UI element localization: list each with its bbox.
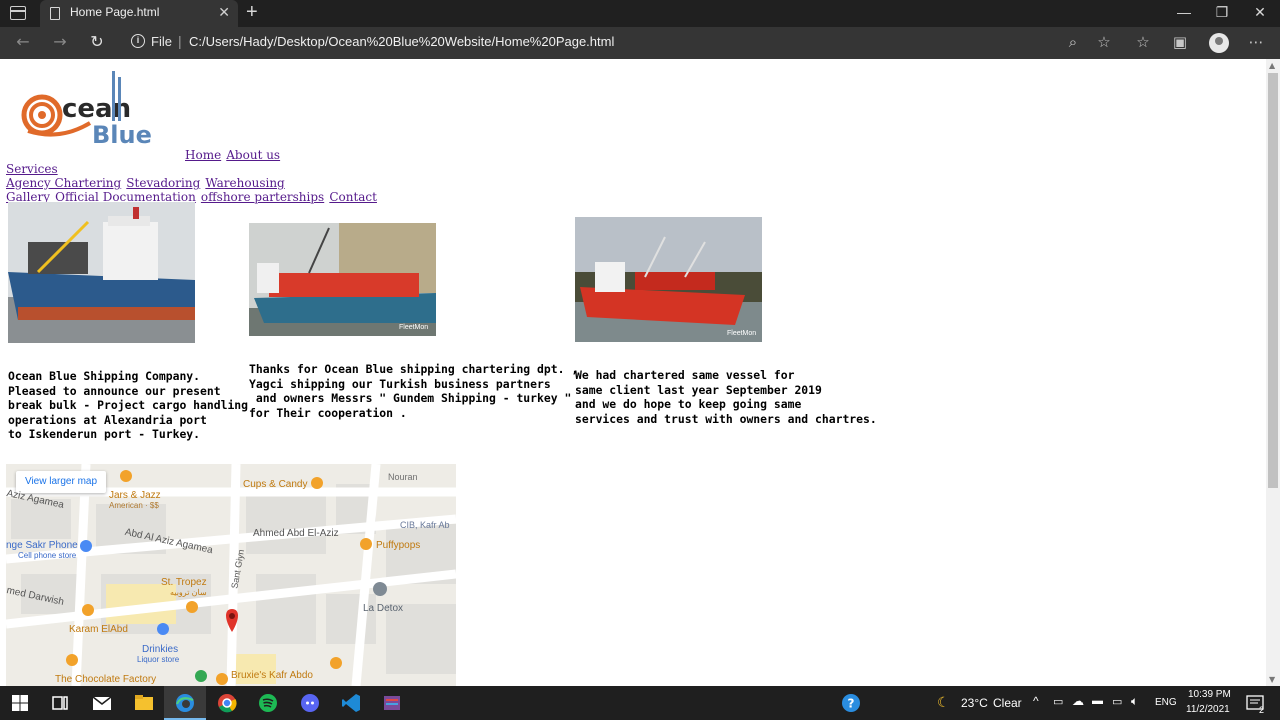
discord-icon[interactable]	[298, 691, 322, 715]
map-label: Ahmed Abd El-Aziz	[253, 528, 339, 539]
spotify-icon[interactable]	[256, 691, 280, 715]
file-explorer-icon[interactable]	[132, 691, 156, 715]
weather-temp[interactable]: 23°C	[961, 696, 988, 710]
notification-count: 2	[1259, 705, 1265, 715]
map-label: سان تروبيه	[170, 588, 207, 597]
ship-photo: FleetMon	[249, 223, 436, 336]
map-label: Bruxie's Kafr Abdo	[231, 670, 313, 681]
windows-start-icon[interactable]	[8, 691, 32, 715]
map-label: The Chocolate Factory	[55, 674, 157, 685]
chrome-icon[interactable]	[215, 691, 239, 715]
favorites-icon[interactable]: ☆	[1132, 33, 1154, 51]
back-button[interactable]: ←	[11, 32, 35, 54]
edge-icon[interactable]	[173, 691, 197, 715]
address-bar[interactable]: C:/Users/Hady/Desktop/Ocean%20Blue%20Web…	[189, 34, 614, 49]
ship-photo: FleetMon	[575, 217, 762, 342]
photo-watermark: FleetMon	[727, 330, 756, 337]
cloud-icon[interactable]: ☁	[1072, 694, 1084, 708]
map-label: Jars & Jazz	[109, 490, 161, 501]
network-icon[interactable]: ▭	[1112, 695, 1122, 708]
map-label: American · $$	[109, 501, 159, 510]
scroll-up-icon[interactable]: ▲	[1269, 61, 1275, 70]
collections-icon[interactable]: ▣	[1169, 33, 1191, 51]
refresh-button[interactable]: ↻	[85, 32, 109, 54]
map-label: Drinkies	[142, 644, 179, 655]
zoom-icon[interactable]: ⌕	[1062, 33, 1084, 51]
nav-link-contact[interactable]: Contact	[329, 190, 377, 204]
map-label: CIB, Kafr Ab	[400, 520, 450, 530]
help-icon[interactable]: ?	[839, 691, 863, 715]
info-icon[interactable]: i	[131, 34, 145, 48]
clock-date[interactable]: 11/2/2021	[1186, 704, 1230, 715]
forward-button[interactable]: →	[48, 32, 72, 54]
map-label: Nouran	[388, 472, 418, 482]
svg-text:?: ?	[848, 697, 855, 711]
profile-avatar[interactable]	[1209, 33, 1229, 53]
close-window-button[interactable]: ✕	[1245, 4, 1275, 21]
scroll-down-icon[interactable]: ▼	[1269, 675, 1275, 684]
map-label: Cups & Candy	[243, 479, 308, 490]
browser-tab[interactable]: Home Page.html ✕	[40, 0, 238, 27]
chevron-up-icon[interactable]: ^	[1033, 694, 1039, 708]
embedded-map[interactable]: View larger map Jars & Jazz American · $…	[6, 464, 456, 686]
address-scheme: File	[151, 34, 172, 49]
vscode-icon[interactable]	[339, 691, 363, 715]
photo-watermark: FleetMon	[399, 324, 428, 331]
minimize-button[interactable]: —	[1169, 4, 1199, 20]
task-view-icon[interactable]	[48, 691, 72, 715]
nav-row: Home About us	[185, 144, 280, 163]
map-label: La Detox	[363, 603, 404, 614]
app-icon[interactable]	[380, 691, 404, 715]
post-text: We had chartered same vessel for same cl…	[575, 368, 877, 426]
weather-desc[interactable]: Clear	[993, 696, 1022, 710]
post-text: Thanks for Ocean Blue shipping charterin…	[249, 362, 579, 420]
nav-link-about[interactable]: About us	[226, 148, 280, 162]
ocean-blue-logo: cean Blue	[21, 71, 152, 149]
view-larger-map-link[interactable]: View larger map	[16, 471, 106, 493]
map-label: St. Tropez	[161, 577, 207, 588]
nav-link-offshore[interactable]: offshore parterships	[201, 190, 324, 204]
address-separator: |	[178, 33, 182, 49]
tab-actions-icon[interactable]	[10, 6, 26, 20]
document-icon	[50, 7, 60, 20]
device-icon[interactable]: ▭	[1053, 695, 1063, 708]
weather-moon-icon[interactable]: ☾	[937, 694, 950, 711]
map-label: Karam ElAbd	[69, 624, 128, 635]
map-label: nge Sakr Phone	[6, 540, 78, 551]
tab-close-icon[interactable]: ✕	[218, 4, 230, 21]
battery-icon[interactable]: ▬	[1092, 695, 1103, 707]
clock-time[interactable]: 10:39 PM	[1188, 689, 1231, 700]
ship-photo	[8, 202, 195, 343]
post-text: Ocean Blue Shipping Company. Pleased to …	[8, 369, 249, 442]
add-favorite-icon[interactable]: ☆	[1093, 33, 1115, 51]
maximize-button[interactable]: ❐	[1207, 4, 1237, 21]
page-viewport: cean Blue Home About us Services Agency …	[0, 59, 1266, 686]
tab-title: Home Page.html	[70, 5, 160, 19]
volume-icon[interactable]: 🔈︎	[1131, 694, 1138, 709]
browser-toolbar: ← → ↻ i File | C:/Users/Hady/Desktop/Oce…	[0, 27, 1280, 59]
map-label: Liquor store	[137, 655, 180, 664]
map-label: Cell phone store	[18, 551, 77, 560]
new-tab-button[interactable]: +	[246, 1, 258, 24]
more-menu-icon[interactable]: ⋯	[1245, 33, 1267, 51]
nav-link-home[interactable]: Home	[185, 148, 221, 162]
map-label: Puffypops	[376, 540, 421, 551]
windows-taskbar: ? ☾ 23°C Clear ^ ▭ ☁ ▬ ▭ 🔈︎ ENG 10:39 PM…	[0, 686, 1280, 720]
scroll-thumb[interactable]	[1268, 73, 1278, 488]
tab-bar: Home Page.html ✕ + — ❐ ✕	[0, 0, 1280, 27]
language-indicator[interactable]: ENG	[1155, 697, 1177, 708]
page-scrollbar[interactable]: ▲ ▼	[1266, 59, 1280, 686]
logo-text-bottom: Blue	[92, 121, 152, 149]
mail-icon[interactable]	[90, 691, 114, 715]
